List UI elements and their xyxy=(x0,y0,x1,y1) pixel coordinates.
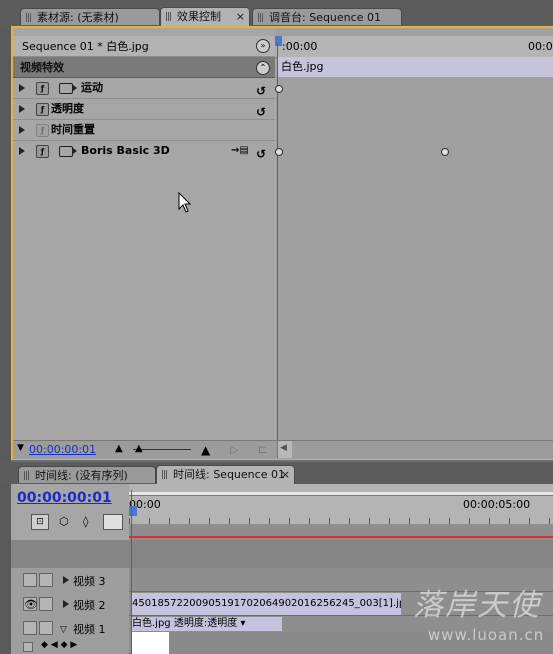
close-icon[interactable]: × xyxy=(281,466,290,483)
timeline-timecode[interactable]: 00:00:00:01 xyxy=(17,490,112,506)
expand-triangle-icon[interactable] xyxy=(19,126,25,134)
effect-toggle-icon: ƒ xyxy=(36,124,49,137)
keyframe-nav-icon[interactable]: ◆ ◀ ◆ ▶ xyxy=(41,640,77,650)
lock-toggle[interactable] xyxy=(39,573,53,587)
effect-toggle-icon[interactable]: ƒ xyxy=(36,82,49,95)
effect-label: 时间重置 xyxy=(51,123,95,136)
tab-timeline-sequence[interactable]: 时间线: Sequence 01 × xyxy=(156,465,295,484)
timeline-ruler[interactable]: 00:00 00:00:05:00 xyxy=(129,484,553,524)
panel-tab-strip: 素材源: (无素材) 效果控制 × 调音台: Sequence 01 xyxy=(0,0,553,26)
ruler-ticks xyxy=(129,518,553,524)
keyframe-ruler[interactable]: :00:00 00:00 xyxy=(275,36,553,58)
effect-row-time-remap[interactable]: ƒ 时间重置 xyxy=(13,120,275,141)
effect-controls-footer: ▼ 00:00:00:01 ▲ ▲ ▲ ▷ ⊏ ◀ xyxy=(13,440,553,459)
expand-triangle-icon[interactable] xyxy=(19,147,25,155)
left-edge-bar xyxy=(0,26,11,654)
playhead-line xyxy=(277,42,278,440)
tab-source-monitor[interactable]: 素材源: (无素材) xyxy=(20,8,160,25)
timeline-controls: 00:00:00:01 ⊡ ⬡ ◊ xyxy=(11,484,129,540)
render-bar xyxy=(129,536,553,538)
show-timeline-toggle-icon[interactable]: » xyxy=(256,39,270,53)
mouse-cursor-icon xyxy=(178,192,192,213)
reset-icon[interactable]: ↺ xyxy=(256,81,266,101)
effect-label: Boris Basic 3D xyxy=(81,144,170,157)
eye-icon[interactable]: 👁 xyxy=(23,597,38,611)
camera-icon[interactable] xyxy=(59,83,77,94)
track-name: 视频 2 xyxy=(73,599,106,612)
play-audio-icon[interactable]: ▷ xyxy=(230,443,238,456)
effect-toggle-icon[interactable]: ƒ xyxy=(36,145,49,158)
tab-effect-controls[interactable]: 效果控制 × xyxy=(160,7,250,26)
effect-toggle-icon[interactable]: ƒ xyxy=(36,103,49,116)
track-header: 视频 3 xyxy=(11,568,129,592)
zoom-slider-handle[interactable]: ▲ xyxy=(135,443,143,454)
collapse-triangle-icon[interactable]: ▽ xyxy=(60,625,67,635)
empty-track-area xyxy=(11,540,553,568)
effect-label: 运动 xyxy=(81,81,103,94)
visibility-toggle[interactable] xyxy=(23,621,37,635)
watermark-url: www.luoan.cn xyxy=(428,626,545,644)
in-out-icon[interactable] xyxy=(103,514,123,530)
track-header: 👁 视频 2 xyxy=(11,592,129,616)
collapse-icon[interactable]: ⌃ xyxy=(256,61,270,75)
close-icon[interactable]: × xyxy=(236,8,245,25)
lock-toggle[interactable] xyxy=(39,597,53,611)
effect-keyframe-pane xyxy=(276,28,553,440)
lock-toggle[interactable] xyxy=(39,621,53,635)
keyframe-marker[interactable] xyxy=(441,148,449,156)
effect-row-boris-3d[interactable]: ƒ Boris Basic 3D →▤ ↺ xyxy=(13,141,275,162)
expand-triangle-icon[interactable] xyxy=(19,105,25,113)
ruler-end-label: 00:00 xyxy=(528,40,553,53)
tab-label: 效果控制 xyxy=(177,10,221,23)
camera-icon[interactable] xyxy=(59,146,77,157)
drop-icon[interactable]: ◊ xyxy=(83,515,88,528)
reset-icon[interactable]: ↺ xyxy=(256,144,266,164)
tab-label: 时间线: Sequence 01 xyxy=(173,468,285,481)
tab-timeline-empty[interactable]: 时间线: (没有序列) xyxy=(18,466,156,483)
keyframe-marker[interactable] xyxy=(275,85,283,93)
triangle-down-icon: ▼ xyxy=(17,443,24,453)
sequence-clip-label: Sequence 01 * 白色.jpg » xyxy=(13,36,275,57)
marker-icon[interactable]: ⬡ xyxy=(59,515,69,528)
reset-icon[interactable]: ↺ xyxy=(256,102,266,122)
ruler-start-label: :00:00 xyxy=(282,40,318,53)
track-name: 视频 1 xyxy=(73,623,106,636)
visibility-toggle[interactable] xyxy=(23,573,37,587)
timeline-clip[interactable]: 白色.jpg 透明度:透明度 ▾ xyxy=(131,617,282,631)
zoom-in-icon[interactable]: ▲ xyxy=(201,443,210,457)
keyframe-marker[interactable] xyxy=(275,148,283,156)
expand-triangle-icon[interactable] xyxy=(19,84,25,92)
video-effects-label: 视频特效 xyxy=(20,61,64,74)
display-style-icon[interactable] xyxy=(23,642,33,652)
timeline-ruler-mid: 00:00:05:00 xyxy=(463,498,531,511)
timeline-playhead-line xyxy=(131,490,132,654)
track-header: ▽ 视频 1 ◆ ◀ ◆ ▶ xyxy=(11,616,129,654)
settings-dialog-icon[interactable]: →▤ xyxy=(231,141,249,161)
clip-thumbnail xyxy=(131,632,169,654)
watermark-text: 落岸天使 xyxy=(413,588,541,623)
clip-name: 白色.jpg xyxy=(281,60,324,73)
clip-bar: 白色.jpg xyxy=(277,57,553,77)
effect-row-motion[interactable]: ƒ 运动 ↺ xyxy=(13,78,275,99)
effect-row-opacity[interactable]: ƒ 透明度 ↺ xyxy=(13,99,275,120)
tab-label: 调音台: Sequence 01 xyxy=(269,11,381,24)
track-name: 视频 3 xyxy=(73,575,106,588)
tab-label: 时间线: (没有序列) xyxy=(35,469,128,482)
effect-label: 透明度 xyxy=(51,102,84,115)
tab-label: 素材源: (无素材) xyxy=(37,11,119,24)
video-effects-header[interactable]: 视频特效 ⌃ xyxy=(13,57,275,78)
snap-icon[interactable]: ⊡ xyxy=(31,514,49,530)
expand-triangle-icon[interactable] xyxy=(63,600,69,608)
timecode-display[interactable]: 00:00:00:01 xyxy=(29,443,96,456)
timeline-tab-strip: 时间线: (没有序列) 时间线: Sequence 01 × xyxy=(0,462,553,484)
zoom-out-icon[interactable]: ▲ xyxy=(115,443,123,454)
expand-triangle-icon[interactable] xyxy=(63,576,69,584)
sequence-label: Sequence 01 * 白色.jpg xyxy=(22,40,149,53)
timeline-clip[interactable]: 45018572200905191702064902016256245_003[… xyxy=(131,593,401,615)
tab-audio-mixer[interactable]: 调音台: Sequence 01 xyxy=(252,8,402,25)
scroll-left-button[interactable]: ◀ xyxy=(277,441,292,458)
loop-icon[interactable]: ⊏ xyxy=(258,443,267,456)
work-area-bar[interactable] xyxy=(129,492,553,496)
